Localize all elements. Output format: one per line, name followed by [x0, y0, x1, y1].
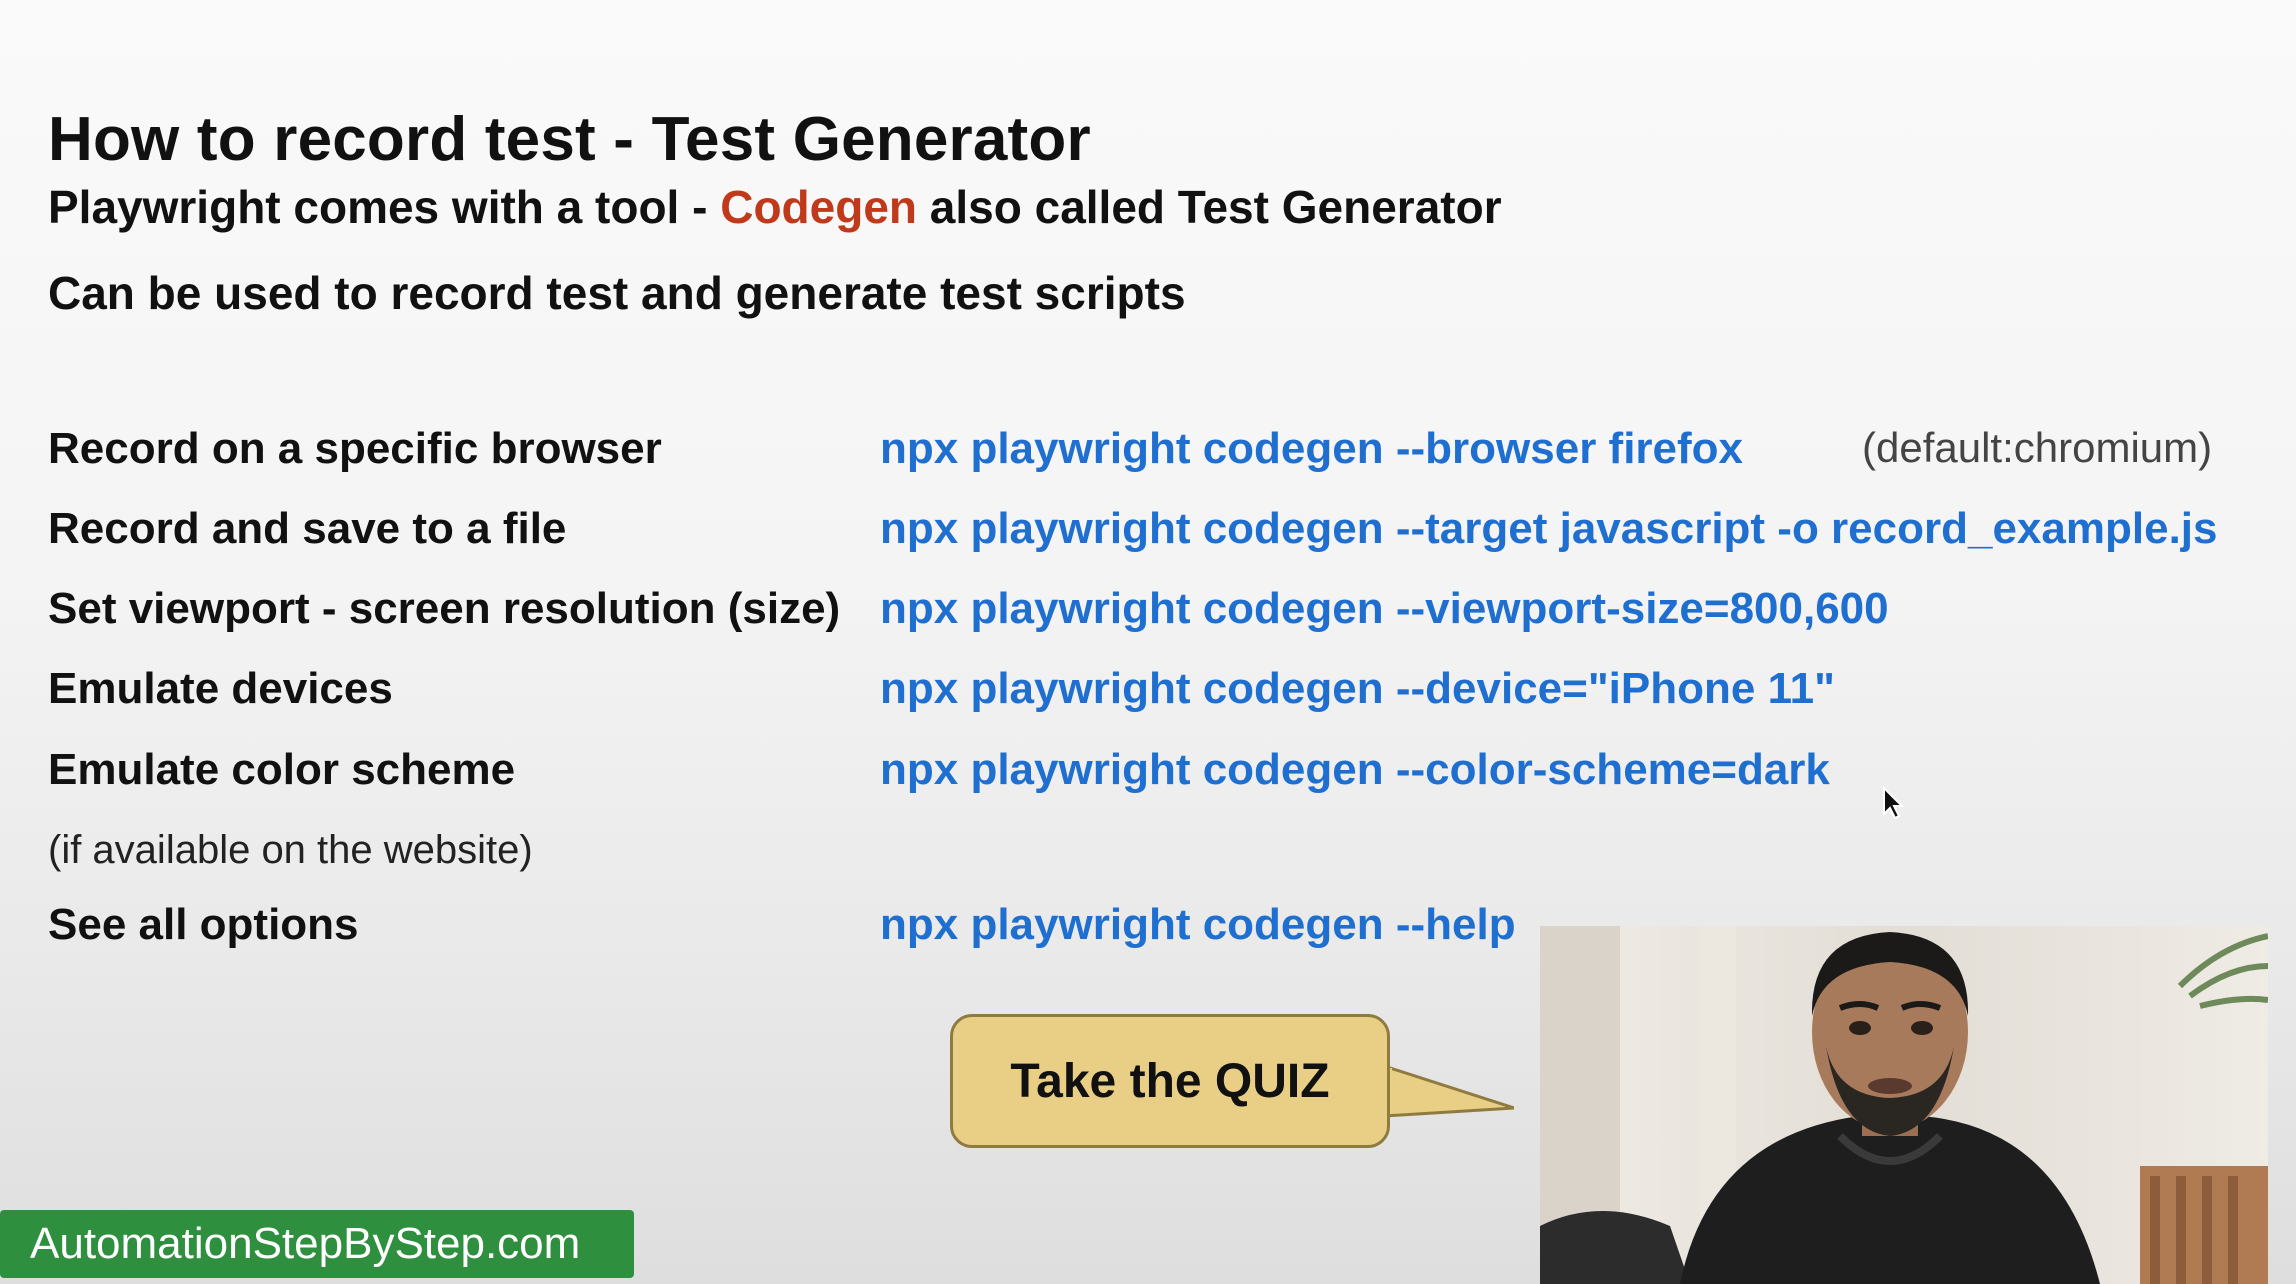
intro-line-codegen: Playwright comes with a tool - Codegen a… — [48, 180, 1502, 234]
command-label: Emulate devices — [48, 664, 393, 713]
intro-suffix: also called Test Generator — [917, 181, 1502, 233]
intro-prefix: Playwright comes with a tool - — [48, 181, 721, 233]
command-row-devices: Emulate devices npx playwright codegen -… — [48, 664, 2288, 724]
command-row-save-file: Record and save to a file npx playwright… — [48, 504, 2288, 564]
command-row-color-scheme: Emulate color scheme npx playwright code… — [48, 745, 2288, 805]
mouse-pointer-icon — [1883, 786, 1904, 820]
command-text: npx playwright codegen --help — [880, 900, 1516, 949]
command-text: npx playwright codegen --browser firefox — [880, 424, 1744, 473]
command-label: Record on a specific browser — [48, 424, 662, 473]
command-text: npx playwright codegen --viewport-size=8… — [880, 584, 1889, 633]
command-label: Emulate color scheme — [48, 745, 516, 794]
slide-title: How to record test - Test Generator — [48, 104, 1091, 174]
command-label: Set viewport - screen resolution (size) — [48, 584, 841, 633]
command-text: npx playwright codegen --color-scheme=da… — [880, 745, 1830, 794]
command-row-browser: Record on a specific browser npx playwri… — [48, 424, 2288, 484]
presenter-video-icon — [1540, 926, 2268, 1284]
take-quiz-button[interactable]: Take the QUIZ — [950, 1014, 1390, 1148]
command-label: Record and save to a file — [48, 504, 567, 553]
codegen-highlight: Codegen — [720, 181, 917, 233]
presenter-video — [1540, 926, 2268, 1284]
command-label: See all options — [48, 900, 359, 949]
site-banner[interactable]: AutomationStepByStep.com — [0, 1210, 634, 1278]
command-text: npx playwright codegen --device="iPhone … — [880, 664, 1835, 713]
command-row-viewport: Set viewport - screen resolution (size) … — [48, 584, 2288, 644]
default-browser-note: (default:chromium) — [1862, 424, 2213, 471]
command-text: npx playwright codegen --target javascri… — [880, 504, 2218, 553]
intro-line-record: Can be used to record test and generate … — [48, 267, 1186, 319]
quiz-bubble-tail — [1384, 1064, 1514, 1118]
color-scheme-note: (if available on the website) — [48, 828, 533, 872]
